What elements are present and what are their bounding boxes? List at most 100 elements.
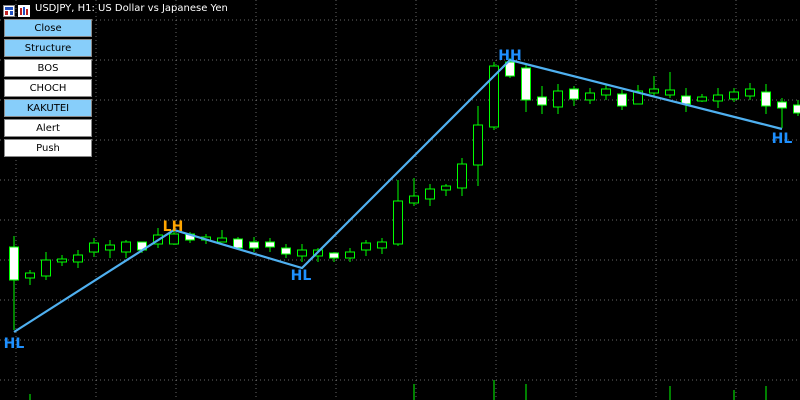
candle-body [121,241,131,253]
candle [441,184,451,196]
bos-button[interactable]: BOS [4,59,92,77]
candle-body [793,104,800,114]
candle [697,94,707,102]
candle-body [73,254,83,263]
bos-button-label: BOS [37,62,59,74]
candle [729,88,739,102]
candle-body [329,252,339,259]
candle [537,86,547,114]
candle [601,84,611,100]
candle [521,64,531,112]
candle [217,230,227,243]
close-button[interactable]: Close [4,19,92,37]
candle [425,184,435,206]
swing-label-hl: HL [772,131,793,147]
candle-body [297,249,307,257]
candle [377,238,387,254]
candle-body [649,88,659,94]
candle [249,237,259,252]
candle-body [9,246,19,281]
indicator-control-panel: Close Structure BOS CHOCH KAKUTEI Alert … [4,19,92,159]
candle-body [729,91,739,100]
candle-body [41,259,51,277]
swing-label-hl: HL [291,268,312,284]
candle [265,238,275,252]
alert-button[interactable]: Alert [4,119,92,137]
alert-button-label: Alert [36,122,60,134]
window-icon [3,2,15,17]
swing-label-lh: LH [163,219,184,235]
push-button[interactable]: Push [4,139,92,157]
candle-body [777,101,787,109]
candle-body [537,96,547,106]
chart-symbol-icon [18,2,30,17]
candle [473,106,483,186]
structure-button[interactable]: Structure [4,39,92,57]
candle [713,88,723,108]
candle [9,236,19,330]
candle-body [585,92,595,101]
candle [665,72,675,98]
candle-body [249,241,259,249]
candle-body [761,91,771,107]
candle [57,255,67,266]
candle-body [281,247,291,255]
candle-body [105,244,115,251]
candle [681,88,691,112]
candle-body [393,200,403,245]
candle-body [601,88,611,96]
candle-body [441,185,451,191]
candle-body [377,241,387,249]
candle [777,98,787,128]
candle-body [425,188,435,200]
candle-body [665,89,675,96]
candle-body [745,88,755,97]
candle [297,244,307,262]
candle-body [89,242,99,253]
candle [361,240,371,256]
candle-body [361,242,371,251]
price-chart[interactable]: HL LH HL HH HL [0,0,800,400]
candle-body [457,163,467,189]
candle [617,90,627,110]
candle [457,158,467,196]
candle [41,252,51,280]
close-button-label: Close [34,22,62,34]
choch-button[interactable]: CHOCH [4,79,92,97]
candle-body [265,241,275,248]
candles [9,58,800,400]
candle-body [25,272,35,279]
candle [649,76,659,96]
candle-body [409,195,419,204]
candle-body [217,237,227,243]
chart-title-bar: USDJPY, H1: US Dollar vs Japanese Yen [0,0,228,17]
candle-body [697,96,707,102]
candle-body [57,258,67,263]
candle-body [521,67,531,101]
candle [393,180,403,246]
candle-body [569,88,579,100]
swing-label-hl: HL [4,336,25,352]
candle-body [473,124,483,166]
candle [761,84,771,114]
candle [553,84,563,114]
candle-body [169,233,179,245]
candle [105,240,115,258]
kakutei-button[interactable]: KAKUTEI [4,99,92,117]
candle-body [233,238,243,249]
candle [745,83,755,100]
choch-button-label: CHOCH [29,82,67,94]
candle [121,240,131,258]
candle-body [553,90,563,108]
push-button-label: Push [36,142,60,154]
candle [345,248,355,262]
structure-button-label: Structure [24,42,72,54]
candle-body [713,94,723,102]
candle [409,178,419,206]
chart-title: USDJPY, H1: US Dollar vs Japanese Yen [35,2,228,14]
candle [25,270,35,285]
candle [281,244,291,258]
candle [793,100,800,116]
kakutei-button-label: KAKUTEI [26,102,70,114]
candle-body [617,93,627,107]
